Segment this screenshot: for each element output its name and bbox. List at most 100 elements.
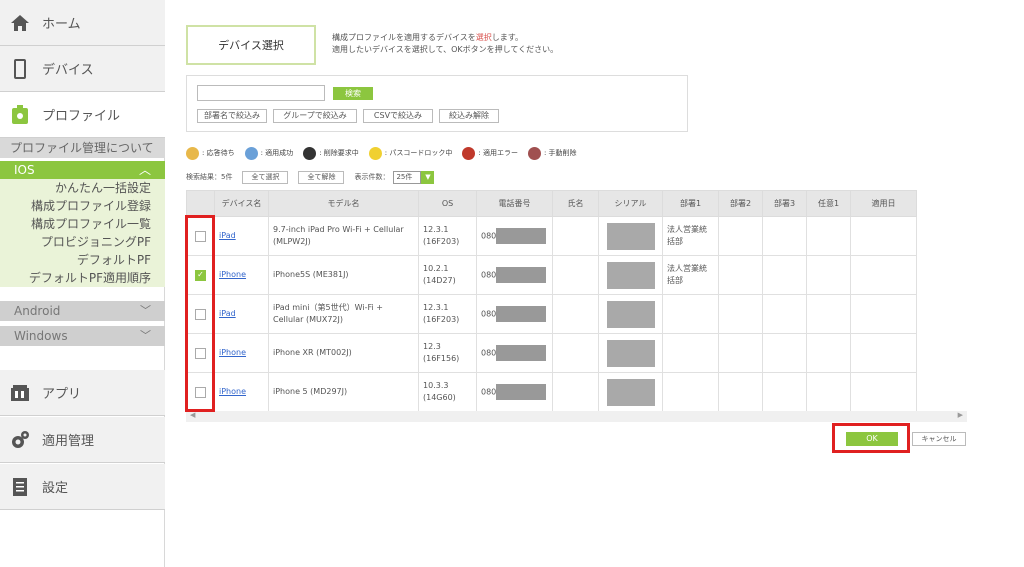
model-cell: iPad mini（第5世代）Wi-Fi + Cellular (MUX72J) (268, 294, 419, 334)
legend-item: : 適用成功 (244, 146, 293, 160)
profile-about-link[interactable]: プロファイル管理について (0, 138, 165, 158)
scroll-right-icon[interactable]: ▶ (958, 411, 963, 419)
optional1-cell (806, 255, 851, 295)
dept1-cell (662, 294, 719, 334)
device-link[interactable]: iPad (219, 231, 236, 240)
ios-item-default-pf[interactable]: デフォルトPF (0, 251, 165, 269)
horizontal-scrollbar[interactable]: ◀ ▶ (186, 411, 967, 422)
nav-apps[interactable]: アプリ (0, 370, 165, 416)
search-input[interactable] (197, 85, 325, 101)
name-cell (552, 333, 599, 373)
per-page-select[interactable]: 25件 (393, 170, 422, 184)
phone-prefix: 080 (481, 387, 497, 397)
dept3-cell (762, 333, 807, 373)
device-table: デバイス名 モデル名 OS 電話番号 氏名 シリアル 部署1 部署2 部署3 任意1 適用日 iPa… (186, 190, 917, 412)
device-link[interactable]: iPhone (219, 348, 246, 357)
redacted-block (606, 339, 655, 367)
profile-icon (10, 104, 30, 125)
smartphone-icon (10, 58, 30, 79)
list-controls: 検索結果：5件 全て選択 全て解除 表示件数： 25件 ▼ (186, 170, 435, 184)
legend-item: : 応答待ち (186, 146, 235, 160)
dept2-cell (718, 255, 763, 295)
apps-icon (10, 383, 30, 403)
status-icon (527, 146, 541, 160)
cancel-button[interactable]: キャンセル (912, 432, 966, 446)
redacted-block (496, 345, 547, 361)
table-row: iPad 9.7-inch iPad Pro Wi-Fi + Cellular (… (186, 216, 917, 256)
device-link[interactable]: iPad (219, 309, 236, 318)
nav-settings-label: 設定 (42, 481, 69, 496)
scroll-left-icon[interactable]: ◀ (190, 411, 195, 419)
filter-csv-button[interactable]: CSVで絞込み (363, 109, 433, 123)
column-header: モデル名 (268, 190, 419, 217)
dept3-cell (762, 372, 807, 412)
phone-prefix: 080 (481, 231, 497, 241)
filter-group-button[interactable]: グループで絞込み (273, 109, 357, 123)
column-header: 任意1 (806, 190, 851, 217)
ios-item-config-register[interactable]: 構成プロファイル登録 (0, 197, 165, 215)
ios-item-easy-setup[interactable]: かんたん一括設定 (0, 179, 165, 197)
table-row: iPhone iPhone 5 (MD297J) 10.3.3 (14G60) 080 (186, 372, 917, 412)
ios-item-provisioning[interactable]: プロビジョニングPF (0, 233, 165, 251)
tab-device-select: デバイス選択 (186, 25, 316, 65)
serial-cell (598, 216, 663, 256)
select-all-button[interactable]: 全て選択 (242, 170, 289, 184)
per-page-label: 表示件数： (354, 173, 390, 181)
filter-clear-button[interactable]: 絞込み解除 (439, 109, 499, 123)
serial-cell (598, 294, 663, 334)
dept3-cell (762, 255, 807, 295)
filter-dept-button[interactable]: 部署名で絞込み (197, 109, 267, 123)
dropdown-icon[interactable]: ▼ (421, 170, 435, 184)
nav-apply-mgmt[interactable]: 適用管理 (0, 417, 165, 463)
windows-section-header[interactable]: Windows ﹀ (0, 326, 165, 346)
phone-cell: 080 (476, 255, 553, 295)
windows-label: Windows (14, 329, 68, 343)
dept1-cell: 法人営業統括部 (662, 216, 719, 256)
ios-item-config-list[interactable]: 構成プロファイル一覧 (0, 215, 165, 233)
device-link[interactable]: iPhone (219, 270, 246, 279)
deselect-all-button[interactable]: 全て解除 (298, 170, 345, 184)
gear-icon (10, 430, 30, 450)
os-cell: 12.3.1 (16F203) (418, 216, 477, 256)
table-row: iPad iPad mini（第5世代）Wi-Fi + Cellular (MUX… (186, 294, 917, 334)
legend-item: : 削除要求中 (303, 146, 359, 160)
status-icon (368, 146, 382, 160)
os-cell: 12.3 (16F156) (418, 333, 477, 373)
serial-cell (598, 372, 663, 412)
android-section-header[interactable]: Android ﹀ (0, 301, 165, 321)
column-header: OS (418, 190, 477, 217)
name-cell (552, 372, 599, 412)
ios-label: IOS (14, 163, 35, 177)
nav-home-label: ホーム (42, 17, 81, 32)
legend-item: : 適用エラー (462, 146, 518, 160)
sidebar: ホーム デバイス プロファイル プロファイル管理について IOS ︿ かんたん一… (0, 0, 165, 567)
nav-apply-mgmt-label: 適用管理 (42, 434, 95, 449)
chevron-down-icon: ﹀ (140, 304, 151, 317)
nav-profile[interactable]: プロファイル (0, 92, 165, 138)
phone-cell: 080 (476, 216, 553, 256)
dept1-cell (662, 333, 719, 373)
phone-cell: 080 (476, 294, 553, 334)
column-header: 部署3 (762, 190, 807, 217)
nav-device[interactable]: デバイス (0, 46, 165, 92)
nav-home[interactable]: ホーム (0, 0, 165, 46)
redacted-block (606, 261, 655, 289)
search-panel: 検索 部署名で絞込み グループで絞込み CSVで絞込み 絞込み解除 (186, 75, 688, 132)
dept2-cell (718, 216, 763, 256)
table-row: iPhone iPhone XR (MT002J) 12.3 (16F156) 080 (186, 333, 917, 373)
column-header: 適用日 (850, 190, 917, 217)
applied-date-cell (850, 294, 917, 334)
ios-item-default-pf-order[interactable]: デフォルトPF適用順序 (0, 269, 165, 287)
dept2-cell (718, 294, 763, 334)
legend-label: : 削除要求中 (319, 149, 359, 157)
model-cell: iPhone 5 (MD297J) (268, 372, 419, 412)
ios-section-header[interactable]: IOS ︿ (0, 161, 165, 179)
applied-date-cell (850, 333, 917, 373)
nav-settings[interactable]: 設定 (0, 464, 165, 510)
search-button[interactable]: 検索 (333, 87, 373, 100)
table-row: ✓ iPhone iPhone5S (ME381J) 10.2.1 (14D27) 08… (186, 255, 917, 295)
ios-submenu: かんたん一括設定 構成プロファイル登録 構成プロファイル一覧 プロビジョニングP… (0, 179, 165, 287)
applied-date-cell (850, 216, 917, 256)
device-link[interactable]: iPhone (219, 387, 246, 396)
ok-button[interactable]: OK (846, 432, 898, 446)
